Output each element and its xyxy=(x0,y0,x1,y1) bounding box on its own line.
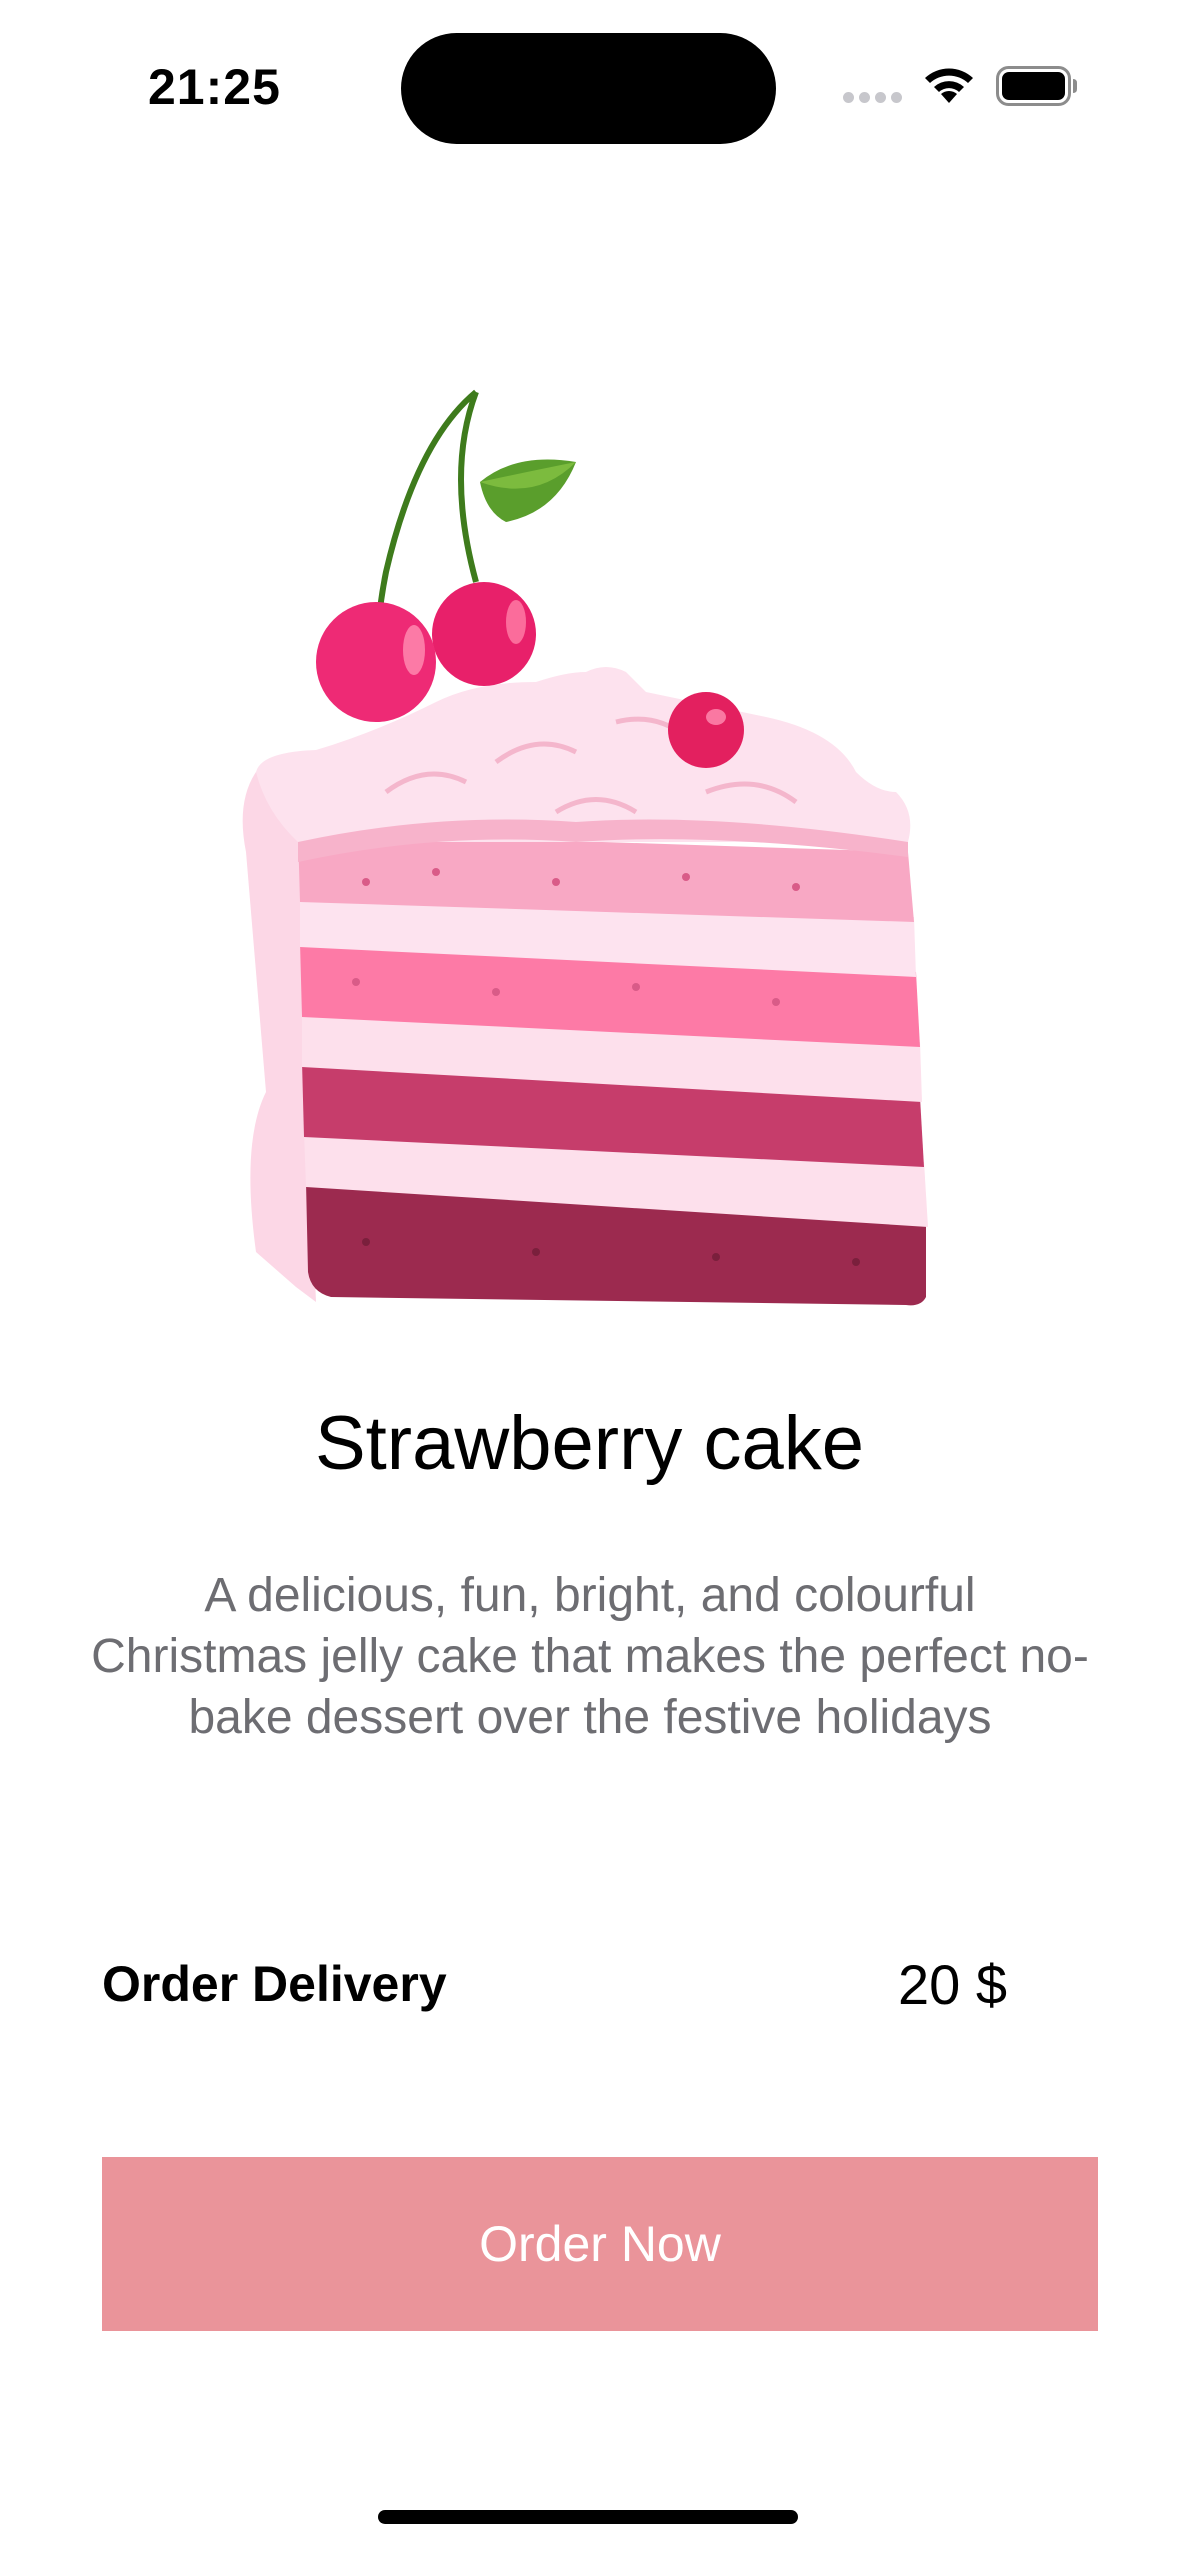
cellular-signal-icon xyxy=(843,92,903,104)
product-title: Strawberry cake xyxy=(314,1401,865,1486)
dynamic-island xyxy=(401,33,776,144)
home-indicator[interactable] xyxy=(378,2510,798,2524)
delivery-price: 20 $ xyxy=(898,1953,1007,2016)
battery-icon xyxy=(996,66,1077,106)
delivery-label: Order Delivery xyxy=(102,1956,447,2012)
cake-slice-illustration xyxy=(242,389,928,1306)
order-now-button[interactable]: Order Now xyxy=(102,2157,1098,2331)
wifi-icon xyxy=(925,68,973,103)
product-description: A delicious, fun, bright, and colourful … xyxy=(91,1569,1089,1744)
status-bar: 21:25 xyxy=(0,0,1179,150)
status-time: 21:25 xyxy=(148,59,281,115)
